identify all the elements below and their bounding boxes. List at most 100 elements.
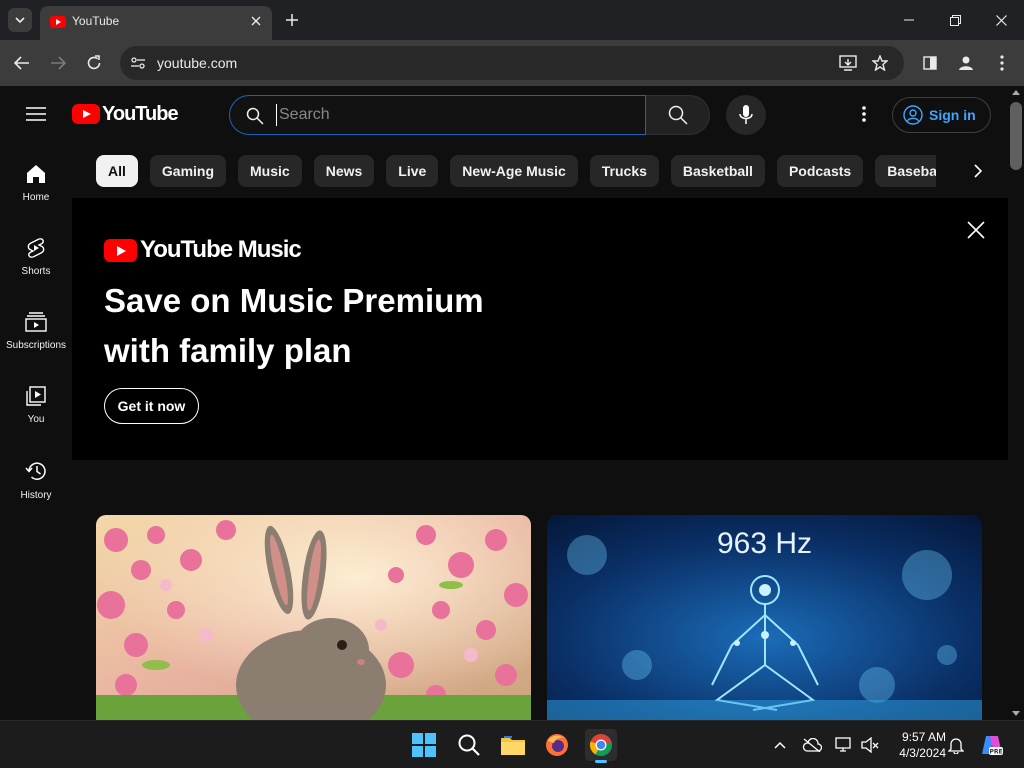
tab-close-button[interactable] [248,13,264,29]
search-icon [246,107,264,125]
chip-baseball[interactable]: Baseball [875,155,936,187]
side-panel-icon [923,56,937,70]
cloud-offline-icon [802,738,822,752]
guide-item-you[interactable]: You [0,364,72,438]
show-hidden-icons-button[interactable] [768,733,792,757]
start-button[interactable] [408,729,440,761]
notifications-button[interactable] [944,733,968,757]
scroll-down-arrow-icon[interactable] [1012,711,1020,716]
browser-tab-bar: YouTube [0,0,1024,40]
settings-more-button[interactable] [852,102,876,126]
chrome-menu-button[interactable] [990,51,1014,75]
volume-tray-icon[interactable] [858,733,882,757]
tab-search-button[interactable] [8,8,32,32]
firefox-icon [546,734,568,756]
guide-item-label: Home [22,192,50,203]
page-scrollbar[interactable] [1008,86,1024,720]
guide-item-home[interactable]: Home [0,142,72,216]
profile-icon [959,56,973,70]
copilot-button[interactable]: PRE [980,733,1004,757]
network-icon [835,737,851,752]
chip-podcasts[interactable]: Podcasts [776,155,864,187]
shorts-icon [27,238,45,258]
video-thumbnail[interactable] [96,515,531,720]
bunny-thumbnail-image [96,515,531,720]
reload-button[interactable] [82,51,106,75]
chip-news[interactable]: News [313,155,375,187]
side-panel-button[interactable] [918,51,942,75]
forward-button[interactable] [46,51,70,75]
reload-icon [87,55,101,70]
chip-all[interactable]: All [96,155,138,187]
onedrive-tray-icon[interactable] [800,733,824,757]
taskbar-search-button[interactable] [453,729,485,761]
chip-gaming[interactable]: Gaming [149,155,227,187]
clock-time: 9:57 AM [901,730,946,744]
thumbnail-overlay-text: 963 Hz [716,527,813,560]
guide-item-shorts[interactable]: Shorts [0,216,72,290]
bookmark-button[interactable] [868,51,892,75]
chip-live[interactable]: Live [386,155,439,187]
svg-text:PRE: PRE [989,749,1002,756]
close-icon [995,14,1007,26]
youtube-favicon-icon [50,16,66,28]
guide-item-label: Shorts [21,266,51,277]
banner-logo-text: YouTube Music [140,236,302,263]
chips-next-button[interactable] [962,155,994,187]
chip-music[interactable]: Music [238,155,302,187]
chevron-up-icon [774,741,786,749]
sign-in-button[interactable]: Sign in [892,97,991,133]
install-app-button[interactable] [836,51,860,75]
chevron-right-icon [974,164,982,178]
network-tray-icon[interactable] [832,733,856,757]
search-box[interactable] [229,95,646,135]
youtube-logo[interactable]: YouTube [72,102,179,126]
close-icon [967,221,985,239]
firefox-button[interactable] [541,729,573,761]
chip-basketball[interactable]: Basketball [670,155,765,187]
windows-logo-icon [412,733,436,757]
youtube-masthead: YouTube Sign in [0,86,1008,142]
folder-icon [501,736,525,755]
chrome-icon [589,734,612,756]
guide-item-subscriptions[interactable]: Subscriptions [0,290,72,364]
sign-in-label: Sign in [929,107,976,123]
search-input[interactable] [276,104,636,126]
close-window-button[interactable] [989,8,1013,32]
guide-menu-button[interactable] [20,98,52,130]
minimize-button[interactable] [897,8,921,32]
back-arrow-icon [14,56,29,70]
home-icon [27,165,45,183]
chrome-button[interactable] [585,729,617,763]
back-button[interactable] [10,51,34,75]
more-vertical-icon [862,106,866,122]
search-button[interactable] [646,95,710,135]
scrollbar-thumb[interactable] [1010,102,1022,170]
star-icon [872,55,888,71]
new-tab-button[interactable] [282,10,302,30]
address-bar[interactable]: youtube.com [120,46,904,80]
microphone-icon [739,105,753,124]
minimize-icon [904,19,914,21]
chip-trucks[interactable]: Trucks [589,155,659,187]
taskbar-clock[interactable]: 9:57 AM 4/3/2024 [888,729,946,761]
active-app-indicator [595,760,607,763]
browser-tab-youtube[interactable]: YouTube [40,6,272,40]
video-thumbnail[interactable]: 963 Hz [547,515,982,720]
guide-item-label: Subscriptions [5,340,67,351]
restore-button[interactable] [943,8,967,32]
guide-item-history[interactable]: History [0,438,72,512]
restore-icon [949,14,961,26]
logo-wordmark: YouTube [102,102,179,125]
get-it-now-button[interactable]: Get it now [104,388,199,424]
search-icon [668,105,688,125]
banner-dismiss-button[interactable] [962,216,990,244]
account-circle-icon [903,105,923,125]
mini-guide: Home Shorts Subscriptions You History [0,142,72,720]
file-explorer-button[interactable] [497,729,529,761]
voice-search-button[interactable] [726,95,766,135]
scroll-up-arrow-icon[interactable] [1012,90,1020,95]
tab-title: YouTube [72,14,120,28]
profile-button[interactable] [954,51,978,75]
chip-new-age-music[interactable]: New-Age Music [450,155,578,187]
